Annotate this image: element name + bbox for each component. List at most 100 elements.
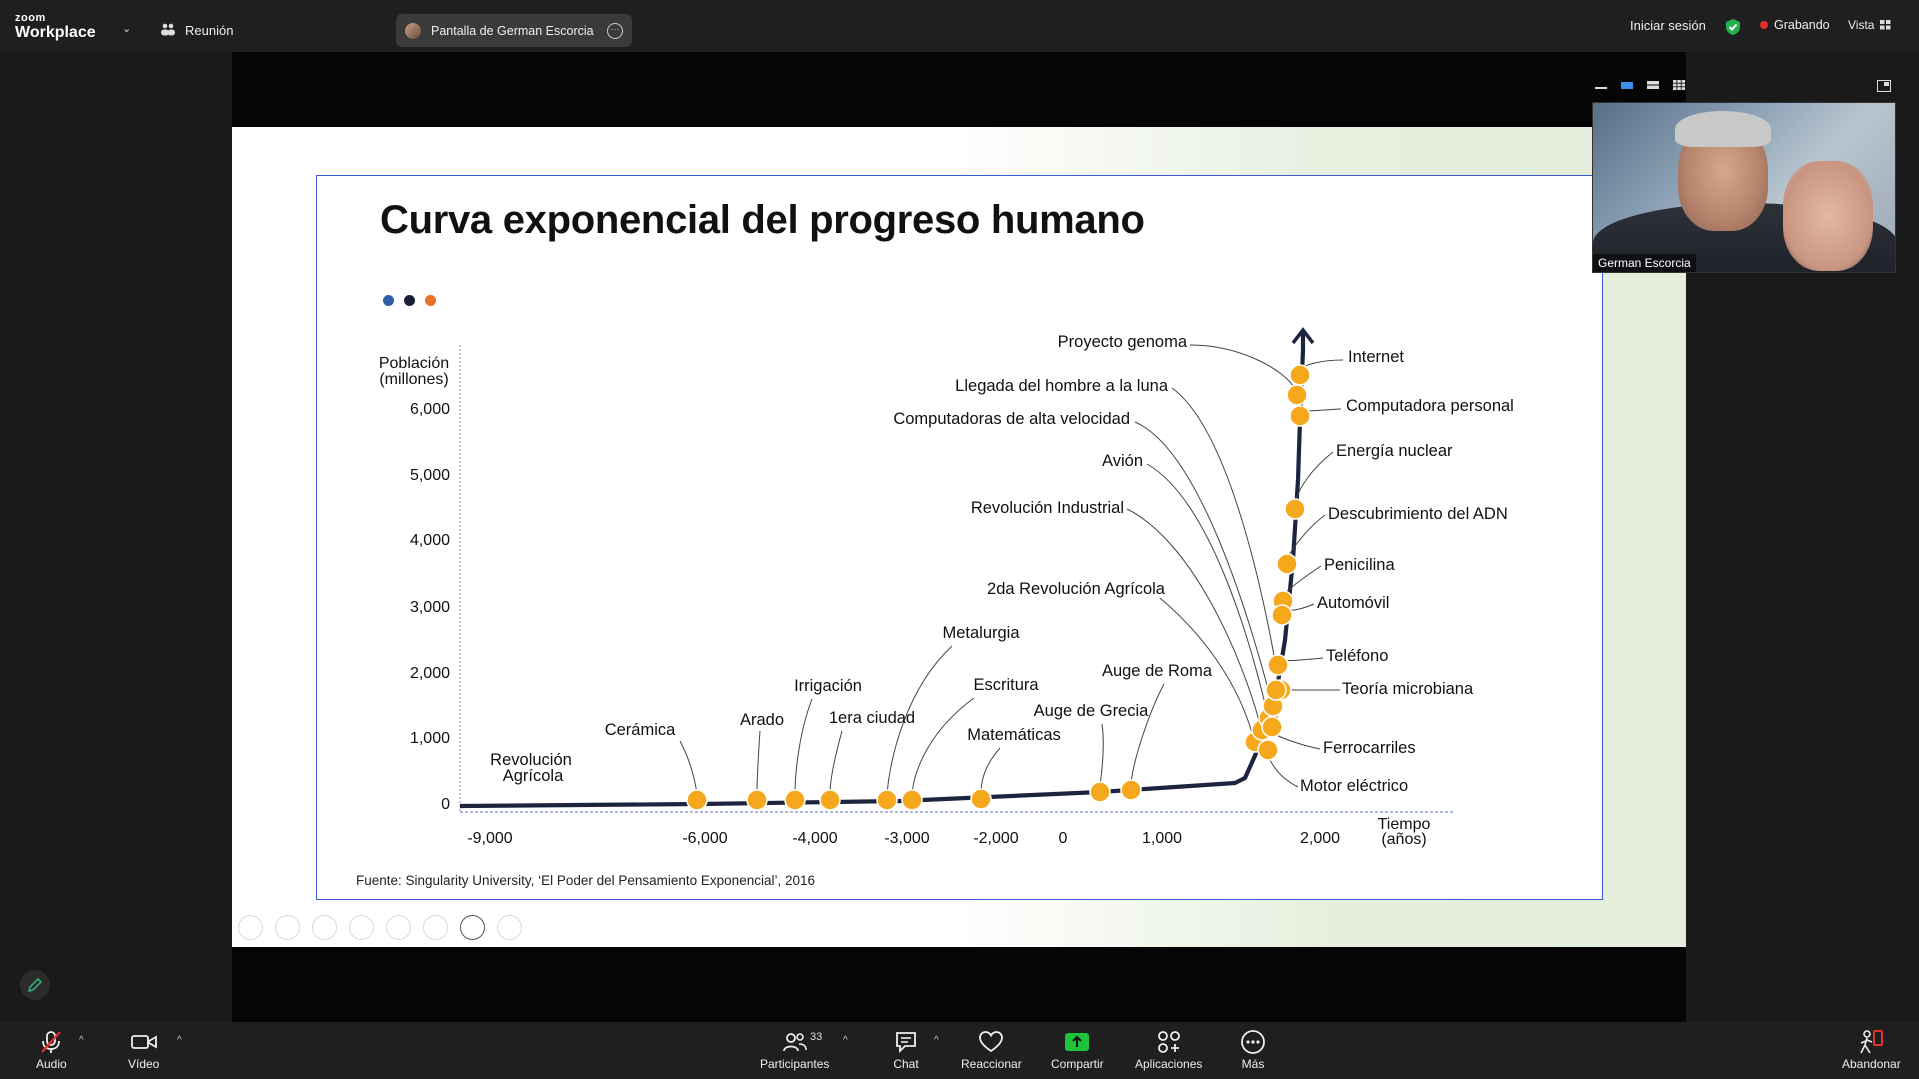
- event-marker: [746, 789, 768, 811]
- event-marker: [1261, 716, 1283, 738]
- react-button[interactable]: Reaccionar: [961, 1027, 1022, 1071]
- event-leader-line: [1271, 732, 1321, 750]
- pop-out-icon[interactable]: [1877, 80, 1891, 92]
- prev-slide-icon[interactable]: [238, 915, 263, 940]
- participants-options-chevron-icon[interactable]: ^: [843, 1035, 848, 1046]
- zoom-icon[interactable]: [386, 915, 411, 940]
- pen-icon[interactable]: [312, 915, 337, 940]
- heart-icon: [979, 1031, 1004, 1053]
- next-slide-icon[interactable]: [275, 915, 300, 940]
- event-leader-line: [911, 697, 975, 795]
- event-leader-line: [1189, 344, 1296, 390]
- event-marker: [901, 789, 923, 811]
- share-label: Compartir: [1051, 1057, 1104, 1071]
- more-button[interactable]: Más: [1240, 1027, 1266, 1071]
- event-label: Penicilina: [1324, 556, 1395, 574]
- event-label-line2: Agrícola: [503, 767, 564, 785]
- event-leader-line: [1171, 387, 1280, 685]
- video-button[interactable]: Vídeo: [128, 1027, 159, 1071]
- event-marker: [1120, 779, 1142, 801]
- participant-video-tile[interactable]: German Escorcia: [1592, 102, 1896, 273]
- video-person-hair: [1675, 111, 1771, 147]
- event-label: Teléfono: [1326, 647, 1388, 665]
- y-tick-label: 5,000: [410, 467, 450, 484]
- event-marker: [1289, 364, 1311, 386]
- more-label: Más: [1241, 1057, 1265, 1071]
- camera-icon[interactable]: [460, 915, 485, 940]
- event-leader-line: [829, 730, 843, 795]
- video-options-chevron-icon[interactable]: ^: [177, 1035, 182, 1046]
- participants-count: 33: [810, 1031, 823, 1043]
- event-marker: [1276, 553, 1298, 575]
- y-tick-label: 3,000: [410, 599, 450, 616]
- more-icon[interactable]: [497, 915, 522, 940]
- zoom-window: zoom Workplace ⌄ Reunión Pantalla de Ger…: [0, 0, 1919, 1079]
- event-label: Energía nuclear: [1336, 442, 1453, 460]
- event-marker: [1286, 384, 1308, 406]
- leave-button[interactable]: Abandonar: [1842, 1027, 1901, 1071]
- apps-label: Aplicaciones: [1135, 1057, 1203, 1071]
- event-label: Matemáticas: [967, 726, 1061, 744]
- source-citation: Fuente: Singularity University, ‘El Pode…: [356, 873, 815, 888]
- event-label: Ferrocarriles: [1323, 739, 1416, 757]
- speaker-view-icon[interactable]: [1620, 80, 1634, 90]
- participants-label: Participantes: [760, 1057, 830, 1071]
- event-leader-line: [756, 730, 761, 795]
- slide-controls: [238, 915, 522, 940]
- event-label: Llegada del hombre a la luna: [955, 377, 1169, 395]
- audio-options-chevron-icon[interactable]: ^: [79, 1035, 84, 1046]
- event-marker: [876, 789, 898, 811]
- progress-curve: [459, 333, 1306, 809]
- strip-view-icon[interactable]: [1646, 80, 1660, 90]
- event-label: Motor eléctrico: [1300, 777, 1408, 795]
- event-label: Computadora personal: [1346, 397, 1514, 415]
- event-label: Arado: [740, 711, 784, 729]
- minimize-icon[interactable]: [1594, 80, 1608, 90]
- video-person-hand: [1783, 161, 1873, 271]
- slides-icon[interactable]: [349, 915, 374, 940]
- x-tick-label: -4,000: [792, 830, 837, 847]
- bottom-toolbar: Audio ^ Vídeo ^ Participantes 33 ^ Chat …: [0, 1022, 1919, 1079]
- event-marker: [686, 789, 708, 811]
- chat-button[interactable]: Chat: [893, 1027, 919, 1071]
- audio-button[interactable]: Audio: [36, 1027, 67, 1071]
- share-button[interactable]: Compartir: [1051, 1027, 1104, 1071]
- x-tick-label: 2,000: [1300, 830, 1340, 847]
- y-tick-label: 2,000: [410, 665, 450, 682]
- event-label: Irrigación: [794, 677, 862, 695]
- event-leader-line: [1099, 723, 1104, 787]
- event-leader-line: [679, 740, 698, 795]
- event-label: Revolución Industrial: [971, 499, 1124, 517]
- event-label: Auge de Grecia: [1034, 702, 1149, 720]
- event-leader-line: [1130, 683, 1165, 785]
- x-tick-label: -9,000: [467, 830, 512, 847]
- react-label: Reaccionar: [961, 1057, 1022, 1071]
- chat-options-chevron-icon[interactable]: ^: [934, 1035, 939, 1046]
- event-leader-line: [980, 747, 1001, 794]
- leave-label: Abandonar: [1842, 1057, 1901, 1071]
- event-label: Internet: [1348, 348, 1404, 366]
- event-label: Proyecto genoma: [1058, 333, 1188, 351]
- event-label: Descubrimiento del ADN: [1328, 505, 1508, 523]
- video-camera-icon: [130, 1035, 157, 1049]
- annotate-button[interactable]: [20, 970, 50, 1000]
- event-marker: [1284, 498, 1306, 520]
- video-label: Vídeo: [128, 1057, 160, 1071]
- apps-icon: [1157, 1031, 1180, 1053]
- event-marker: [1257, 739, 1279, 761]
- video-view-controls: [1594, 80, 1686, 90]
- y-axis-label: Población: [379, 355, 449, 372]
- event-label: Computadoras de alta velocidad: [893, 410, 1130, 428]
- event-marker: [1267, 654, 1289, 676]
- chat-icon: [896, 1032, 916, 1054]
- apps-button[interactable]: Aplicaciones: [1135, 1027, 1202, 1071]
- more-dots-icon: [1241, 1030, 1265, 1054]
- leave-icon: [1860, 1030, 1884, 1054]
- event-leader-line: [1267, 755, 1299, 788]
- event-marker: [1289, 405, 1311, 427]
- subtitles-icon[interactable]: [423, 915, 448, 940]
- participant-name: German Escorcia: [1593, 254, 1696, 272]
- event-label: Cerámica: [605, 721, 676, 739]
- event-marker: [819, 789, 841, 811]
- gallery-view-icon[interactable]: [1672, 80, 1686, 90]
